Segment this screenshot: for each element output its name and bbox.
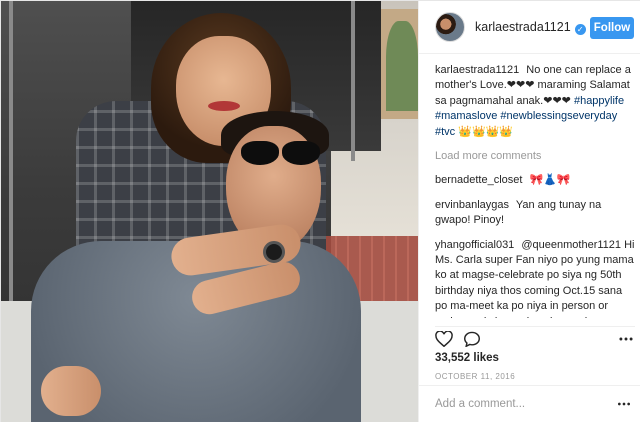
post-username-text[interactable]: karlaestrada1121	[475, 20, 571, 34]
photo-background-trees	[386, 21, 418, 111]
caption-username[interactable]: karlaestrada1121	[435, 64, 519, 76]
post-photo[interactable]	[1, 1, 418, 422]
comments-list: karlaestrada1121 No one can replace a mo…	[435, 63, 635, 318]
likes-count[interactable]: 33,552 likes	[435, 352, 499, 364]
photo-wristwatch	[263, 241, 285, 263]
heart-icon[interactable]	[435, 331, 453, 347]
post-sidebar: karlaestrada1121 ✓ Follow karlaestrada112…	[418, 1, 640, 422]
avatar[interactable]	[435, 12, 465, 42]
more-options-icon[interactable]	[616, 397, 632, 411]
post-username[interactable]: karlaestrada1121 ✓	[475, 20, 586, 35]
photo-sunglasses-right	[282, 141, 320, 165]
comment-username[interactable]: bernadette_closet	[435, 174, 522, 186]
load-more-comments-link[interactable]: Load more comments	[435, 149, 635, 164]
comment-username[interactable]: ervinbanlaygas	[435, 199, 509, 211]
photo-tent-pole	[9, 1, 13, 331]
comment-item: ervinbanlaygas Yan ang tunay na gwapo! P…	[435, 198, 635, 229]
verified-badge-icon: ✓	[574, 23, 586, 35]
photo-tent-pole	[351, 1, 355, 161]
caption-emoji: 👑👑👑👑	[458, 125, 514, 138]
photo-woman-lips	[208, 101, 240, 111]
comment-username[interactable]: yhangofficial031	[435, 239, 514, 251]
post-header: karlaestrada1121 ✓ Follow	[419, 1, 640, 54]
follow-button[interactable]: Follow	[590, 17, 634, 39]
post-date: OCTOBER 11, 2016	[435, 372, 516, 381]
more-options-icon[interactable]	[617, 331, 635, 347]
comment-text: 🎀👗🎀	[529, 174, 571, 187]
photo-man-hand	[41, 366, 101, 416]
comment-item: bernadette_closet 🎀👗🎀	[435, 173, 635, 188]
add-comment-input[interactable]	[435, 394, 605, 414]
instagram-post: karlaestrada1121 ✓ Follow karlaestrada112…	[0, 0, 640, 422]
post-actions	[435, 326, 635, 347]
caption: karlaestrada1121 No one can replace a mo…	[435, 63, 635, 140]
comment-icon[interactable]	[463, 331, 481, 347]
photo-sunglasses-left	[241, 141, 279, 165]
comment-item: yhangofficial031 @queenmother1121 Hi Ms.…	[435, 238, 635, 318]
add-comment-bar	[419, 385, 640, 422]
